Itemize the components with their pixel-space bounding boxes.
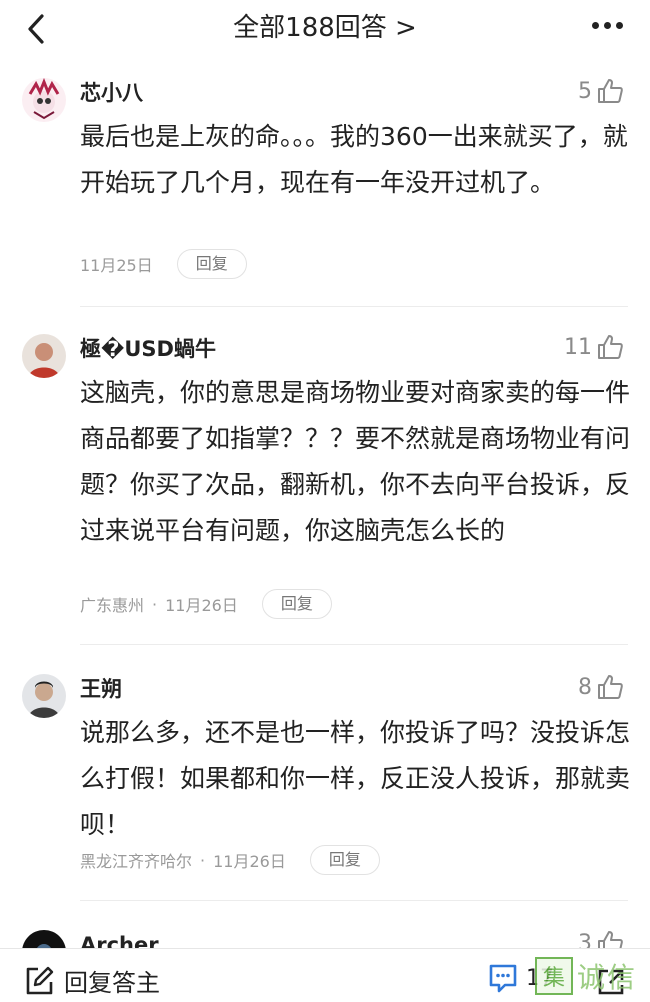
avatar-image xyxy=(22,78,66,122)
divider xyxy=(80,900,628,901)
comment-meta: 广东惠州 · 11月26日 回复 xyxy=(80,588,332,620)
more-dots-icon xyxy=(592,22,599,29)
reply-author-label: 回复答主 xyxy=(64,969,160,997)
avatar[interactable] xyxy=(22,930,66,948)
reply-button[interactable]: 回复 xyxy=(176,249,247,279)
like-count: 8 xyxy=(578,674,592,700)
comment-location: 广东惠州 xyxy=(80,596,145,615)
reply-author-button[interactable]: 回复答主 xyxy=(24,963,160,998)
reply-button[interactable]: 回复 xyxy=(261,589,332,619)
like-button[interactable]: 3 xyxy=(578,926,624,948)
like-count: 3 xyxy=(578,930,592,949)
comment-text: 最后也是上灰的命。。。我的360一出来就买了，就开始玩了几个月，现在有一年没开过… xyxy=(80,122,628,197)
comment-meta: 黑龙江齐齐哈尔 · 11月26日 回复 xyxy=(80,844,380,876)
watermark-logo: 集 诚信 xyxy=(535,950,650,1001)
comment-text: 说那么多，还不是也一样，你投诉了吗？没投诉怎么打假！如果都和你一样，反正没人投诉… xyxy=(80,718,631,839)
comment-date: 11月25日 xyxy=(80,256,153,275)
username[interactable]: 芯小八 xyxy=(80,78,143,108)
avatar[interactable] xyxy=(22,334,66,378)
like-count: 11 xyxy=(564,334,592,360)
like-button[interactable]: 11 xyxy=(564,330,624,364)
thumbs-up-icon xyxy=(598,335,623,359)
reply-button[interactable]: 回复 xyxy=(309,845,380,875)
top-bar: 全部188回答 > xyxy=(0,0,650,60)
avatar[interactable] xyxy=(22,674,66,718)
like-count: 5 xyxy=(578,78,592,104)
comment-meta: 11月25日 回复 xyxy=(80,248,247,280)
divider xyxy=(80,306,628,307)
like-button[interactable]: 8 xyxy=(578,670,624,704)
avatar-image xyxy=(22,674,66,718)
comment-date: 11月26日 xyxy=(213,852,286,871)
more-button[interactable] xyxy=(592,18,624,34)
watermark-box: 集 xyxy=(535,956,573,995)
avatar[interactable] xyxy=(22,78,66,122)
edit-icon xyxy=(26,966,54,994)
thumbs-up-icon xyxy=(598,79,623,103)
comment-bubble-icon xyxy=(489,964,517,993)
meta-separator: · xyxy=(152,594,158,614)
username[interactable]: Archer xyxy=(80,930,159,948)
avatar-image xyxy=(22,334,66,378)
username[interactable]: 極�USD蝸牛 xyxy=(80,334,216,364)
thumbs-up-icon xyxy=(598,931,623,948)
more-dot xyxy=(616,22,623,29)
comment-date: 11月26日 xyxy=(165,596,238,615)
meta-separator: · xyxy=(200,850,206,870)
divider xyxy=(80,644,628,645)
avatar-image xyxy=(22,930,66,948)
like-button[interactable]: 5 xyxy=(578,74,624,108)
comment-text: 这脑壳，你的意思是商场物业要对商家卖的每一件商品都要了如指掌？？？要不然就是商场… xyxy=(80,378,631,545)
username[interactable]: 王朔 xyxy=(80,674,122,704)
more-dot xyxy=(604,22,611,29)
page-title[interactable]: 全部188回答 > xyxy=(0,10,650,46)
thumbs-up-icon xyxy=(598,675,623,699)
comment-location: 黑龙江齐齐哈尔 xyxy=(80,852,193,871)
comment-item: Archer 3 xyxy=(0,922,650,948)
watermark-text: 诚信 xyxy=(577,960,638,994)
